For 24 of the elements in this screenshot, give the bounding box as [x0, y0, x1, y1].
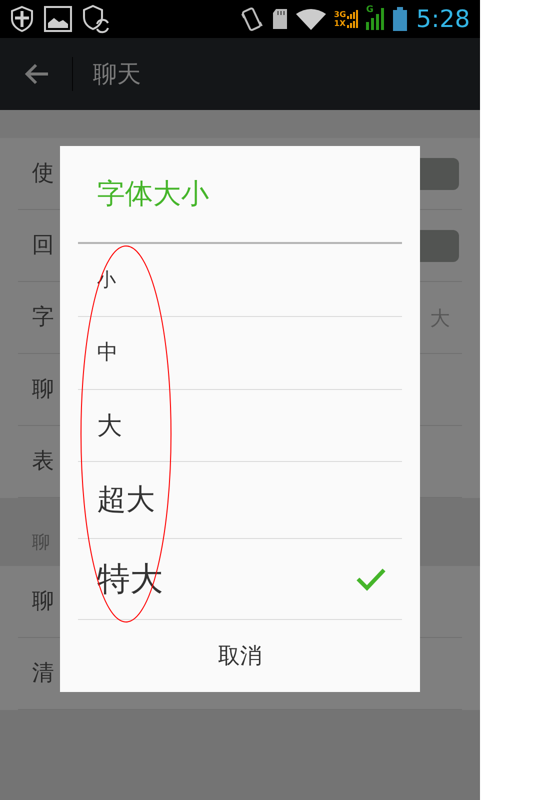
setting-label: 回 — [31, 232, 54, 260]
shield-sync-icon — [82, 4, 110, 34]
image-icon — [44, 6, 72, 32]
setting-label: 聊 — [31, 376, 54, 404]
setting-label: 使 — [31, 160, 54, 188]
toggle-switch[interactable] — [420, 158, 459, 190]
size-option[interactable]: 超大 — [78, 462, 402, 539]
shield-icon — [10, 5, 34, 33]
toggle-switch[interactable] — [420, 230, 459, 262]
setting-label: 字 — [31, 304, 54, 332]
back-arrow-icon[interactable] — [24, 63, 50, 85]
setting-label: 清 — [31, 660, 54, 688]
sd-card-icon — [272, 8, 288, 30]
screen-title: 聊天 — [93, 59, 141, 90]
vibrate-icon — [240, 6, 264, 32]
setting-label: 表 — [31, 448, 54, 476]
setting-label: 聊 — [31, 588, 54, 616]
wifi-icon — [296, 8, 326, 30]
clock-time: 5:28 — [416, 4, 470, 35]
size-option[interactable]: 大 — [78, 390, 402, 462]
battery-icon — [392, 7, 408, 31]
dialog-title: 字体大小 — [97, 176, 209, 212]
size-option[interactable]: 中 — [78, 317, 402, 390]
check-icon — [356, 567, 386, 591]
